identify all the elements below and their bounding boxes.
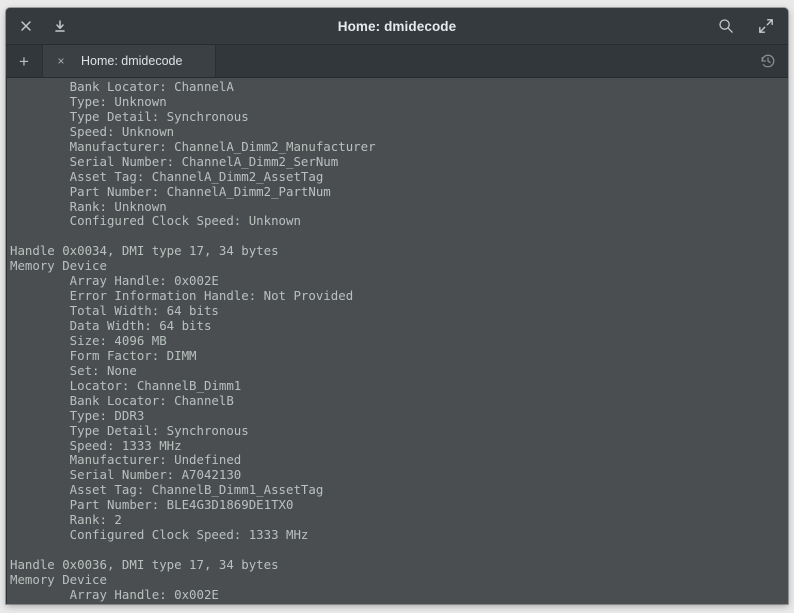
terminal-line: Array Handle: 0x002E bbox=[10, 273, 219, 289]
terminal-line: Serial Number: A7042130 bbox=[10, 467, 242, 483]
terminal-line: Speed: Unknown bbox=[10, 123, 175, 139]
terminal-line: Configured Clock Speed: Unknown bbox=[10, 213, 301, 229]
terminal-line: Part Number: ChannelA_Dimm2_PartNum bbox=[10, 183, 331, 199]
tab-label: Home: dmidecode bbox=[81, 54, 183, 68]
terminal-line: Form Factor: DIMM bbox=[10, 347, 197, 363]
terminal-line: Handle 0x0036, DMI type 17, 34 bytes bbox=[10, 557, 279, 572]
terminal-line: Rank: Unknown bbox=[10, 198, 167, 214]
terminal-line: Bank Locator: ChannelB bbox=[10, 392, 234, 408]
terminal-line: Type: DDR3 bbox=[10, 407, 145, 423]
minimize-down-icon[interactable] bbox=[50, 16, 70, 36]
terminal-line: Asset Tag: ChannelA_Dimm2_AssetTag bbox=[10, 168, 324, 184]
window-title: Home: dmidecode bbox=[337, 18, 457, 34]
tab-home-dmidecode[interactable]: × Home: dmidecode bbox=[42, 45, 216, 77]
terminal-line: Rank: 2 bbox=[10, 512, 122, 528]
new-tab-button[interactable]: + bbox=[6, 45, 42, 77]
terminal-line: Locator: ChannelB_Dimm1 bbox=[10, 377, 242, 393]
history-clock-icon[interactable] bbox=[748, 45, 788, 77]
window-titlebar[interactable]: Home: dmidecode bbox=[6, 8, 788, 45]
terminal-line: Manufacturer: Undefined bbox=[10, 452, 242, 468]
titlebar-right-controls bbox=[716, 8, 776, 44]
terminal-line: Handle 0x0034, DMI type 17, 34 bytes bbox=[10, 243, 279, 259]
terminal-line: Total Width: 64 bits bbox=[10, 303, 219, 319]
terminal-line: Type Detail: Synchronous bbox=[10, 422, 249, 438]
terminal-line: Set: None bbox=[10, 362, 137, 378]
terminal-line: Type Detail: Synchronous bbox=[10, 108, 249, 124]
tab-close-icon[interactable]: × bbox=[51, 51, 71, 71]
terminal-line: Serial Number: ChannelA_Dimm2_SerNum bbox=[10, 153, 339, 169]
terminal-line: Speed: 1333 MHz bbox=[10, 437, 182, 453]
terminal-line: Memory Device bbox=[10, 571, 107, 587]
terminal-line: Size: 4096 MB bbox=[10, 332, 167, 348]
terminal-line: Configured Clock Speed: 1333 MHz bbox=[10, 527, 309, 543]
terminal-line: Bank Locator: ChannelA bbox=[10, 79, 234, 94]
tab-bar-empty-area bbox=[216, 45, 748, 77]
terminal-line: Data Width: 64 bits bbox=[10, 318, 212, 333]
terminal-line: Array Handle: 0x002E bbox=[10, 586, 219, 602]
terminal-output[interactable]: Bank Locator: ChannelA Type: Unknown Typ… bbox=[7, 78, 788, 604]
terminal-line: Type: Unknown bbox=[10, 93, 167, 109]
tab-bar: + × Home: dmidecode bbox=[6, 45, 788, 78]
terminal-line: Part Number: BLE4G3D1869DE1TX0 bbox=[10, 497, 294, 513]
terminal-line: Error Information Handle: Not Provided bbox=[10, 288, 354, 304]
search-icon[interactable] bbox=[716, 16, 736, 36]
terminal-line: Asset Tag: ChannelB_Dimm1_AssetTag bbox=[10, 482, 324, 498]
titlebar-left-controls bbox=[6, 16, 70, 36]
terminal-viewport[interactable]: Bank Locator: ChannelA Type: Unknown Typ… bbox=[6, 78, 788, 604]
close-icon[interactable] bbox=[16, 16, 36, 36]
terminal-window: Home: dmidecode + × Home: dmidecode Bank… bbox=[6, 8, 788, 604]
terminal-line: Memory Device bbox=[10, 258, 107, 274]
terminal-line: Manufacturer: ChannelA_Dimm2_Manufacture… bbox=[10, 138, 376, 154]
fullscreen-expand-icon[interactable] bbox=[756, 16, 776, 36]
